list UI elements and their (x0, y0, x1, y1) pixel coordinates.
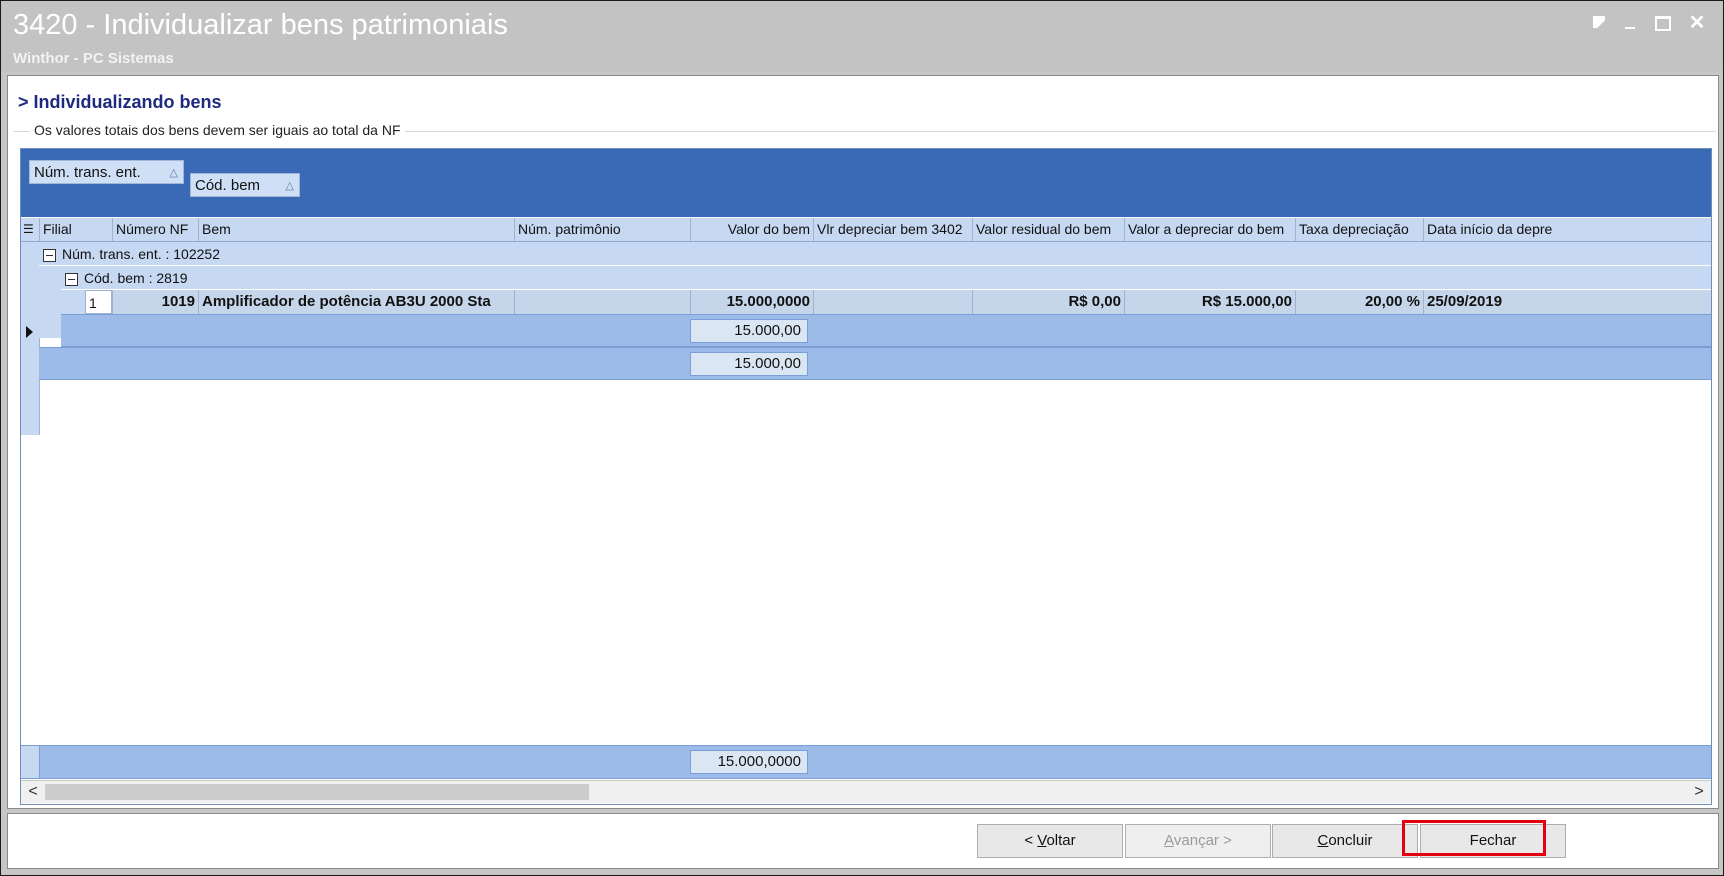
group-footer-num-trans: 15.000,00 (39, 347, 1711, 380)
assets-grid: Núm. trans. ent. △ Cód. bem △ ☰ Filial N… (20, 148, 1712, 805)
table-row[interactable]: 1 1019 Amplificador de potência AB3U 200… (85, 290, 1711, 314)
back-button[interactable]: < Voltar (977, 824, 1123, 858)
group-by-panel: Núm. trans. ent. △ Cód. bem △ (21, 149, 1711, 217)
collapse-icon[interactable] (43, 248, 56, 262)
scroll-left-icon[interactable]: < (23, 781, 43, 803)
cell-valor-a-depreciar[interactable]: R$ 15.000,00 (1124, 290, 1295, 314)
next-button[interactable]: Avançar > (1125, 824, 1271, 858)
column-header-vlr-depreciar[interactable]: Vlr depreciar bem 3402 (813, 218, 972, 241)
cell-vlr-depreciar[interactable] (813, 290, 972, 314)
group-row-label: Cód. bem : 2819 (84, 270, 188, 286)
group-total-num-trans: 15.000,00 (690, 352, 808, 376)
button-bar: < Voltar Avançar > Concluir Fechar (7, 813, 1719, 869)
cell-data-inicio[interactable]: 25/09/2019 (1423, 290, 1711, 314)
grand-total-valor-bem: 15.000,0000 (690, 750, 808, 774)
column-header-valor-residual[interactable]: Valor residual do bem (972, 218, 1124, 241)
content-panel: > Individualizando bens Os valores totai… (7, 75, 1719, 809)
column-header-row: ☰ Filial Número NF Bem Núm. patrimônio V… (21, 218, 1711, 242)
cell-filial[interactable]: 1 (85, 290, 112, 314)
cell-valor-bem[interactable]: 15.000,0000 (690, 290, 813, 314)
close-icon[interactable]: ✕ (1687, 13, 1707, 33)
finish-button[interactable]: Concluir (1272, 824, 1418, 858)
group-by-num-trans-ent[interactable]: Núm. trans. ent. △ (29, 160, 184, 184)
group-row-num-trans[interactable]: Núm. trans. ent. : 102252 (39, 242, 1711, 266)
restore-icon[interactable] (1591, 13, 1611, 33)
window-subtitle: Winthor - PC Sistemas (13, 50, 174, 67)
row-indicator-column (21, 242, 40, 435)
close-button[interactable]: Fechar (1420, 824, 1566, 858)
group-indent (39, 266, 62, 338)
groupbox-legend: Os valores totais dos bens devem ser igu… (30, 122, 405, 138)
column-header-valor-a-depreciar[interactable]: Valor a depreciar do bem (1124, 218, 1295, 241)
column-header-valor-bem[interactable]: Valor do bem (690, 218, 813, 241)
group-indent (61, 290, 85, 314)
minimize-icon[interactable] (1621, 13, 1641, 33)
group-total-cod-bem: 15.000,00 (690, 319, 808, 343)
group-footer-cod-bem: 15.000,00 (61, 314, 1711, 347)
cell-num-patrimonio[interactable] (514, 290, 690, 314)
horizontal-scrollbar[interactable]: < > (21, 780, 1711, 803)
group-by-label: Cód. bem (195, 177, 261, 194)
window-title: 3420 - Individualizar bens patrimoniais (13, 9, 508, 41)
column-header-bem[interactable]: Bem (198, 218, 514, 241)
group-row-label: Núm. trans. ent. : 102252 (62, 246, 220, 262)
scroll-right-icon[interactable]: > (1689, 781, 1709, 803)
column-header-data-inicio[interactable]: Data início da depre (1423, 218, 1711, 241)
collapse-icon[interactable] (65, 272, 78, 286)
group-by-cod-bem[interactable]: Cód. bem △ (190, 173, 300, 197)
sort-ascending-icon: △ (169, 167, 178, 179)
column-chooser-icon[interactable]: ☰ (21, 218, 39, 241)
footer-indicator (21, 746, 40, 778)
current-row-arrow-icon (26, 326, 33, 338)
sort-ascending-icon: △ (285, 180, 294, 192)
column-header-filial[interactable]: Filial (39, 218, 112, 241)
scrollbar-thumb[interactable] (45, 784, 589, 800)
section-heading: > Individualizando bens (18, 92, 222, 112)
maximize-icon[interactable] (1653, 13, 1673, 33)
cell-numero-nf[interactable]: 1019 (112, 290, 198, 314)
app-window: 3420 - Individualizar bens patrimoniais … (0, 0, 1724, 876)
cell-valor-residual[interactable]: R$ 0,00 (972, 290, 1124, 314)
group-row-cod-bem[interactable]: Cód. bem : 2819 (61, 266, 1711, 290)
title-bar[interactable]: 3420 - Individualizar bens patrimoniais … (1, 1, 1723, 71)
group-by-label: Núm. trans. ent. (34, 164, 141, 181)
column-header-taxa[interactable]: Taxa depreciação (1295, 218, 1423, 241)
column-header-num-patrimonio[interactable]: Núm. patrimônio (514, 218, 690, 241)
cell-bem[interactable]: Amplificador de potência AB3U 2000 Sta (198, 290, 514, 314)
grand-total-footer: 15.000,0000 (21, 745, 1711, 779)
column-header-numero-nf[interactable]: Número NF (112, 218, 198, 241)
cell-taxa[interactable]: 20,00 % (1295, 290, 1423, 314)
